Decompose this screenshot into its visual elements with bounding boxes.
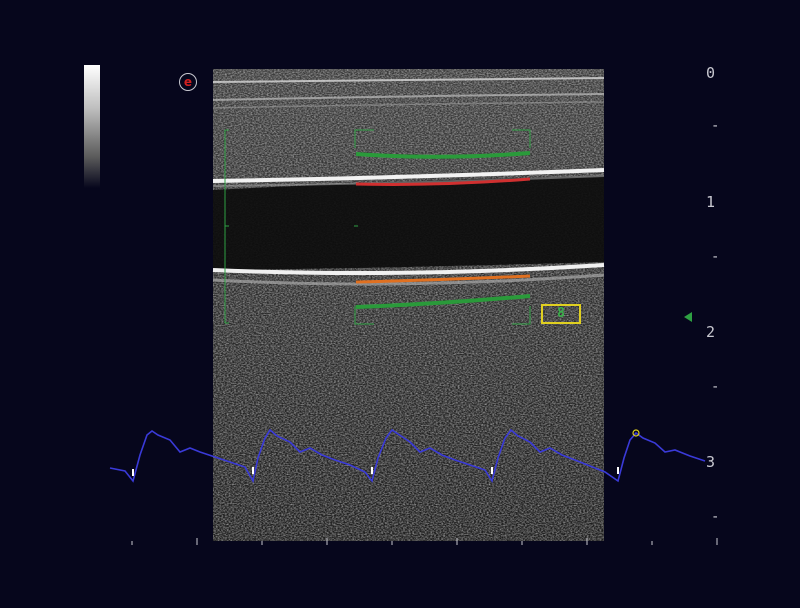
depth-minor-tick: - <box>711 249 720 265</box>
depth-label-0: 0 <box>706 64 716 82</box>
focus-marker-icon <box>684 312 692 322</box>
measurement-box: 8 <box>541 304 581 324</box>
vessel-lumen <box>213 176 604 270</box>
depth-minor-tick: - <box>711 118 720 134</box>
depth-label-1: 1 <box>706 193 716 211</box>
depth-minor-tick: - <box>711 509 720 525</box>
depth-minor-tick: - <box>711 379 720 395</box>
depth-label-2: 2 <box>706 323 716 341</box>
ultrasound-screen: e 0 1 2 3 - - - - 8 <box>0 0 800 608</box>
ultrasound-image <box>109 69 718 545</box>
depth-label-3: 3 <box>706 453 716 471</box>
